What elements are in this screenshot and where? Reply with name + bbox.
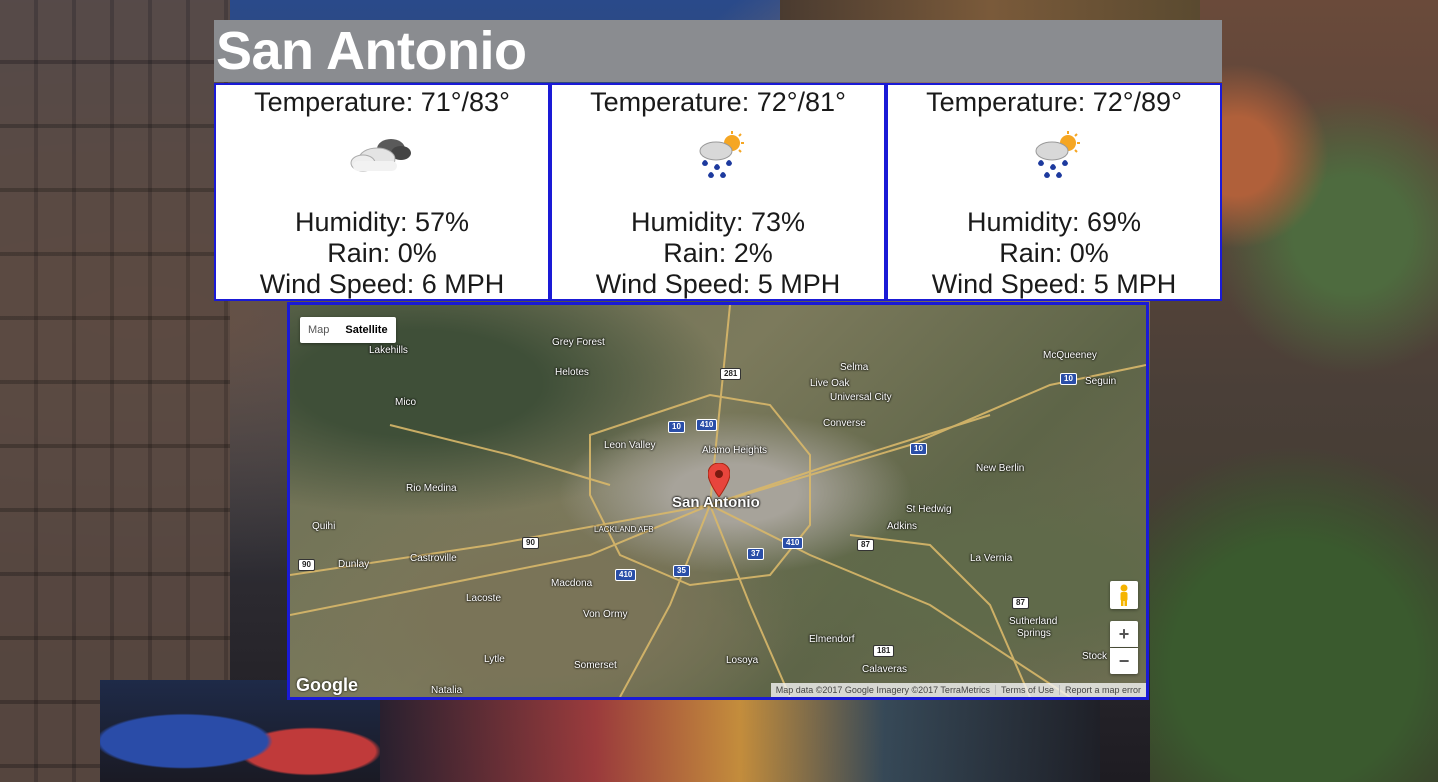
map-place-label: Leon Valley xyxy=(604,440,656,451)
terms-of-use-link[interactable]: Terms of Use xyxy=(994,685,1059,695)
highway-shield: 410 xyxy=(615,569,637,581)
highway-shield: 10 xyxy=(910,443,927,455)
map-place-label: Castroville xyxy=(410,553,457,564)
map-place-label: Converse xyxy=(823,418,866,429)
map-place-label: Adkins xyxy=(887,521,918,532)
highway-shield: 90 xyxy=(298,559,315,571)
background-foliage xyxy=(780,0,1200,20)
map-view[interactable]: Map Satellite Lakehills Grey Forest Helo… xyxy=(287,302,1149,700)
map-type-control: Map Satellite xyxy=(300,317,396,343)
map-place-label: McQueeney xyxy=(1043,350,1097,361)
map-place-label: La Vernia xyxy=(970,553,1013,564)
map-place-label: Sutherland xyxy=(1009,616,1058,627)
humidity-text: Humidity: 57% xyxy=(294,207,470,237)
report-map-error-link[interactable]: Report a map error xyxy=(1058,685,1146,695)
highway-shield: 87 xyxy=(1012,597,1029,609)
map-place-label: Seguin xyxy=(1085,376,1117,387)
temperature-text: Temperature: 72°/81° xyxy=(590,87,846,117)
map-place-label: Natalia xyxy=(431,685,463,696)
wind-speed-text: Wind Speed: 6 MPH xyxy=(259,269,505,299)
weather-stats: Humidity: 73% Rain: 2% Wind Speed: 5 MPH xyxy=(552,207,884,300)
highway-shield: 410 xyxy=(782,537,804,549)
forecast-card-day-3: Temperature: 72°/89° Humidity: 69% Rain:… xyxy=(886,83,1222,301)
map-place-label: Losoya xyxy=(726,655,759,666)
rain-text: Rain: 0% xyxy=(327,238,437,268)
map-type-satellite-button[interactable]: Satellite xyxy=(337,317,395,343)
map-place-label: St Hedwig xyxy=(906,504,952,515)
forecast-card-day-2: Temperature: 72°/81° Humidity: 73% Rain:… xyxy=(550,83,886,301)
weather-stats: Humidity: 69% Rain: 0% Wind Speed: 5 MPH xyxy=(888,207,1220,300)
map-type-map-button[interactable]: Map xyxy=(300,317,337,343)
map-place-label: Helotes xyxy=(555,367,589,378)
highway-shield: 35 xyxy=(673,565,690,577)
forecast-card-day-1: Temperature: 71°/83° Humidity: 57% Rain:… xyxy=(214,83,550,301)
background-river xyxy=(380,700,1100,782)
highway-shield: 10 xyxy=(1060,373,1077,385)
map-place-label: Springs xyxy=(1017,628,1051,639)
highway-shield: 87 xyxy=(857,539,874,551)
wind-speed-text: Wind Speed: 5 MPH xyxy=(931,269,1177,299)
map-place-label: Elmendorf xyxy=(809,634,855,645)
street-view-pegman-icon[interactable] xyxy=(1110,581,1138,609)
google-logo: Google xyxy=(296,675,358,695)
highway-shield: 410 xyxy=(696,419,718,431)
highway-shield: 10 xyxy=(668,421,685,433)
map-place-label: Lakehills xyxy=(369,345,408,356)
map-data-credit: Map data ©2017 Google Imagery ©2017 Terr… xyxy=(775,685,990,695)
map-place-label: Von Ormy xyxy=(583,609,628,620)
map-place-label: Alamo Heights xyxy=(702,445,768,456)
map-place-label: Macdona xyxy=(551,578,593,589)
map-place-label: Mico xyxy=(395,397,417,408)
map-place-label: Live Oak xyxy=(810,378,850,389)
cloudy-icon xyxy=(216,131,548,181)
map-place-label: LACKLAND AFB xyxy=(594,525,654,534)
map-place-label: Quihi xyxy=(312,521,336,532)
rain-text: Rain: 2% xyxy=(663,238,773,268)
highway-shield: 90 xyxy=(522,537,539,549)
humidity-text: Humidity: 69% xyxy=(966,207,1142,237)
location-marker-icon[interactable] xyxy=(707,462,731,502)
background-building xyxy=(0,0,230,782)
zoom-out-button[interactable]: − xyxy=(1110,648,1138,674)
rain-sun-icon xyxy=(552,131,884,181)
rain-text: Rain: 0% xyxy=(999,238,1109,268)
city-title: San Antonio xyxy=(216,21,527,81)
map-place-label: Universal City xyxy=(830,392,892,403)
map-place-label: Calaveras xyxy=(862,664,908,675)
map-attribution: Map data ©2017 Google Imagery ©2017 Terr… xyxy=(770,683,1146,697)
forecast-row: Temperature: 71°/83° Humidity: 57% Rain:… xyxy=(214,83,1222,301)
map-place-label: Somerset xyxy=(574,660,617,671)
rain-sun-icon xyxy=(888,131,1220,181)
highway-shield: 37 xyxy=(747,548,764,560)
map-place-label: Stock xyxy=(1082,651,1108,662)
map-place-label: Grey Forest xyxy=(552,337,605,348)
map-place-label: Lytle xyxy=(484,654,505,665)
temperature-text: Temperature: 72°/89° xyxy=(926,87,1182,117)
map-place-label: New Berlin xyxy=(976,463,1025,474)
wind-speed-text: Wind Speed: 5 MPH xyxy=(595,269,841,299)
city-header: San Antonio xyxy=(214,20,1222,82)
zoom-in-button[interactable]: + xyxy=(1110,621,1138,647)
humidity-text: Humidity: 73% xyxy=(630,207,806,237)
highway-shield: 281 xyxy=(720,368,742,380)
temperature-text: Temperature: 71°/83° xyxy=(254,87,510,117)
highway-shield: 181 xyxy=(873,645,895,657)
map-place-label: Lacoste xyxy=(466,593,502,604)
map-place-label: Dunlay xyxy=(338,559,370,570)
map-place-label: Rio Medina xyxy=(406,483,457,494)
weather-stats: Humidity: 57% Rain: 0% Wind Speed: 6 MPH xyxy=(216,207,548,300)
map-place-label: Selma xyxy=(840,362,869,373)
